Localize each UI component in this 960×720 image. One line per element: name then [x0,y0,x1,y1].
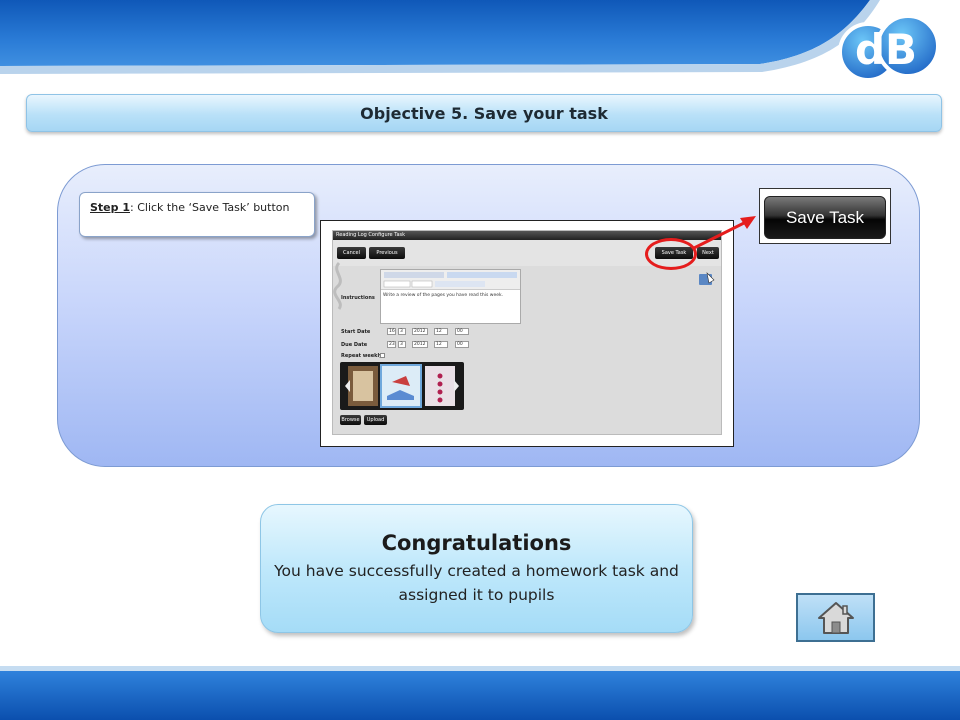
objective-title: Objective 5. Save your task [360,103,608,123]
start-year-field[interactable]: 2012 [412,328,428,335]
decorative-flourish-icon [333,261,342,310]
editor-text: Write a review of the pages you have rea… [383,293,504,298]
pointer-arrow-icon [693,216,756,250]
step-instruction: Click the ‘Save Task’ button [133,201,290,214]
save-task-zoom-button[interactable]: Save Task [764,196,886,239]
instructions-editor[interactable]: Write a review of the pages you have rea… [380,269,521,324]
due-month-field[interactable]: 3 [398,341,406,348]
home-button[interactable] [796,593,875,642]
due-hour-select[interactable]: 12 [434,341,448,348]
start-month-field[interactable]: 3 [398,328,406,335]
start-date-label: Start Date [341,329,371,335]
congratulations-title: Congratulations [381,531,572,555]
top-banner-graphic [0,0,880,74]
editor-toolbar [381,270,520,290]
congratulations-message: You have successfully created a homework… [274,562,679,604]
cancel-button[interactable]: Cancel [337,247,366,259]
upload-button[interactable]: Upload [364,415,387,425]
home-icon [817,601,854,634]
edit-note-icon[interactable] [698,271,716,287]
due-year-field[interactable]: 2012 [412,341,428,348]
congratulations-box: Congratulations You have successfully cr… [260,504,693,633]
start-day-field[interactable]: 16 [387,328,396,335]
start-hour-select[interactable]: 12 [434,328,448,335]
repeat-weekly-checkbox[interactable] [380,353,385,358]
step-instruction-box: Step 1: Click the ‘Save Task’ button [79,192,315,237]
due-minute-select[interactable]: 00 [455,341,469,348]
browse-button[interactable]: Browse [340,415,361,425]
instructions-label: Instructions [341,295,375,301]
top-banner [0,0,960,82]
due-day-field[interactable]: 23 [387,341,396,348]
start-minute-select[interactable]: 00 [455,328,469,335]
logo-text: dB [855,25,917,74]
bottom-banner [0,666,960,720]
db-logo: dB [836,8,946,86]
previous-button[interactable]: Previous [369,247,405,259]
repeat-weekly-label: Repeat weekly? [341,353,386,359]
due-date-label: Due Date [341,342,368,348]
objective-title-bar: Objective 5. Save your task [26,94,942,132]
carousel-prev-icon[interactable] [345,380,350,392]
image-carousel[interactable] [340,362,464,410]
step-number: Step 1 [90,201,130,214]
carousel-next-icon[interactable] [454,380,459,392]
